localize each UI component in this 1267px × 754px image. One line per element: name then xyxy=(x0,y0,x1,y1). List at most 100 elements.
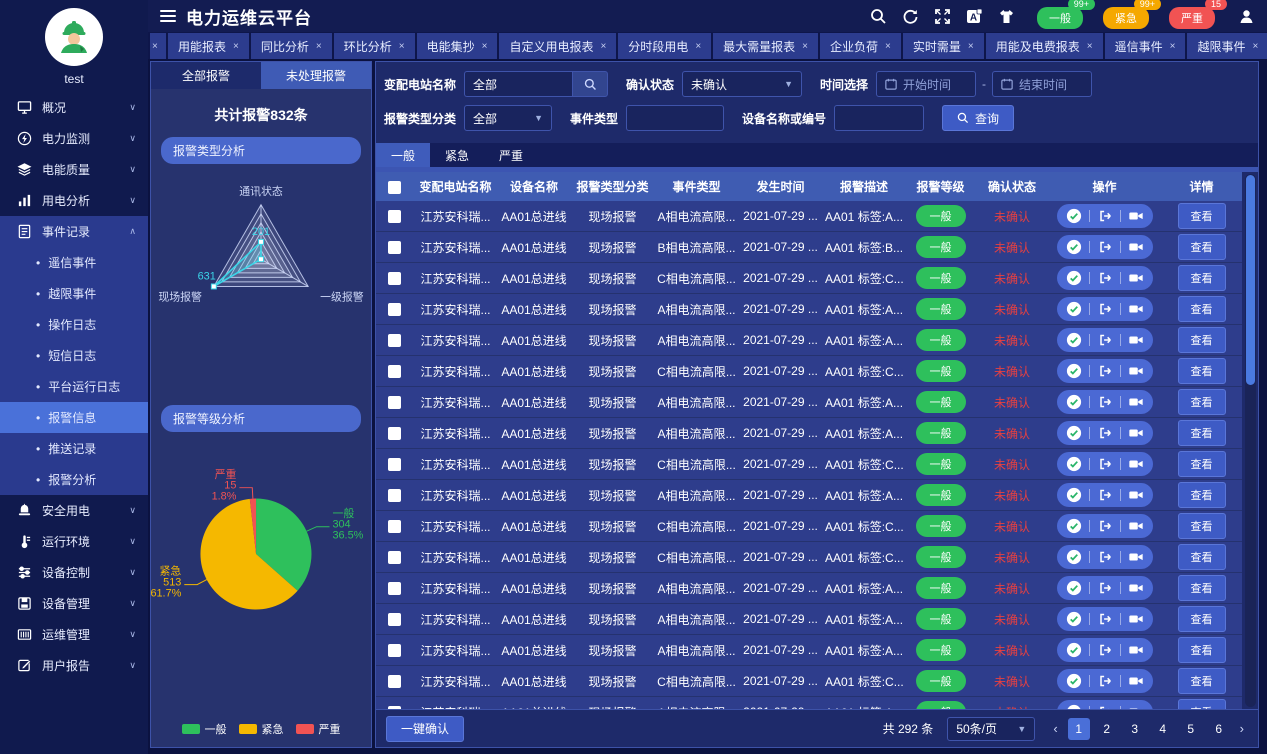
tab-close-icon[interactable]: × xyxy=(316,41,322,52)
station-input[interactable] xyxy=(464,71,572,97)
row-checkbox[interactable] xyxy=(388,613,401,626)
view-button[interactable]: 查看 xyxy=(1178,358,1226,384)
sidebar-subitem-短信日志[interactable]: •短信日志 xyxy=(0,340,148,371)
view-button[interactable]: 查看 xyxy=(1178,451,1226,477)
confirm-icon[interactable] xyxy=(1066,363,1082,379)
video-icon[interactable] xyxy=(1128,673,1144,689)
forward-icon[interactable] xyxy=(1097,456,1113,472)
tab-用能及电费报表[interactable]: 用能及电费报表× xyxy=(986,33,1103,59)
scrollbar-thumb[interactable] xyxy=(1246,175,1255,385)
video-icon[interactable] xyxy=(1128,363,1144,379)
confirm-icon[interactable] xyxy=(1066,301,1082,317)
sidebar-subitem-遥信事件[interactable]: •遥信事件 xyxy=(0,247,148,278)
alarm-type-select[interactable]: 全部▼ xyxy=(464,105,552,131)
sidebar-item-设备控制[interactable]: 设备控制∨ xyxy=(0,557,148,588)
view-button[interactable]: 查看 xyxy=(1178,668,1226,694)
forward-icon[interactable] xyxy=(1097,487,1113,503)
confirm-icon[interactable] xyxy=(1066,704,1082,709)
confirm-icon[interactable] xyxy=(1066,549,1082,565)
view-button[interactable]: 查看 xyxy=(1178,482,1226,508)
sidebar-subitem-操作日志[interactable]: •操作日志 xyxy=(0,309,148,340)
refresh-icon[interactable] xyxy=(901,7,919,25)
event-type-input[interactable] xyxy=(626,105,724,131)
row-checkbox[interactable] xyxy=(388,365,401,378)
row-checkbox[interactable] xyxy=(388,551,401,564)
view-button[interactable]: 查看 xyxy=(1178,637,1226,663)
video-icon[interactable] xyxy=(1128,239,1144,255)
forward-icon[interactable] xyxy=(1097,363,1113,379)
summary-tab-未处理报警[interactable]: 未处理报警 xyxy=(261,62,371,89)
tab-电能集抄[interactable]: 电能集抄× xyxy=(417,33,498,59)
forward-icon[interactable] xyxy=(1097,642,1113,658)
alarm-level-button-一般[interactable]: 一般99+ xyxy=(1037,7,1083,29)
sidebar-item-用电分析[interactable]: 用电分析∨ xyxy=(0,185,148,216)
row-checkbox[interactable] xyxy=(388,210,401,223)
confirm-icon[interactable] xyxy=(1066,394,1082,410)
page-2[interactable]: 2 xyxy=(1096,718,1118,740)
row-checkbox[interactable] xyxy=(388,427,401,440)
sidebar-subitem-越限事件[interactable]: •越限事件 xyxy=(0,278,148,309)
menu-toggle-icon[interactable] xyxy=(160,10,176,22)
confirm-icon[interactable] xyxy=(1066,239,1082,255)
forward-icon[interactable] xyxy=(1097,332,1113,348)
view-button[interactable]: 查看 xyxy=(1178,575,1226,601)
tab-自定义用电报表[interactable]: 自定义用电报表× xyxy=(499,33,616,59)
forward-icon[interactable] xyxy=(1097,580,1113,596)
avatar[interactable] xyxy=(45,8,103,66)
tab-close-icon[interactable]: × xyxy=(885,41,891,52)
tab-close-icon[interactable]: × xyxy=(968,41,974,52)
search-icon[interactable] xyxy=(869,7,887,25)
video-icon[interactable] xyxy=(1128,518,1144,534)
forward-icon[interactable] xyxy=(1097,425,1113,441)
tab-分时段用电[interactable]: 分时段用电× xyxy=(618,33,711,59)
video-icon[interactable] xyxy=(1128,456,1144,472)
view-button[interactable]: 查看 xyxy=(1178,296,1226,322)
forward-icon[interactable] xyxy=(1097,239,1113,255)
sidebar-item-事件记录[interactable]: 事件记录∧ xyxy=(0,216,148,247)
confirm-icon[interactable] xyxy=(1066,611,1082,627)
video-icon[interactable] xyxy=(1128,611,1144,627)
forward-icon[interactable] xyxy=(1097,518,1113,534)
tab-close-icon[interactable]: × xyxy=(152,41,158,52)
sidebar-item-设备管理[interactable]: 设备管理∨ xyxy=(0,588,148,619)
sidebar-item-运行环境[interactable]: 运行环境∨ xyxy=(0,526,148,557)
view-button[interactable]: 查看 xyxy=(1178,265,1226,291)
row-checkbox[interactable] xyxy=(388,582,401,595)
query-button[interactable]: 查询 xyxy=(942,105,1014,131)
alarm-level-button-紧急[interactable]: 紧急99+ xyxy=(1103,7,1149,29)
confirm-icon[interactable] xyxy=(1066,487,1082,503)
view-button[interactable]: 查看 xyxy=(1178,513,1226,539)
sidebar-subitem-报警分析[interactable]: •报警分析 xyxy=(0,464,148,495)
view-button[interactable]: 查看 xyxy=(1178,234,1226,260)
video-icon[interactable] xyxy=(1128,425,1144,441)
sidebar-subitem-报警信息[interactable]: •报警信息 xyxy=(0,402,148,433)
video-icon[interactable] xyxy=(1128,487,1144,503)
forward-icon[interactable] xyxy=(1097,549,1113,565)
prev-page-icon[interactable]: ‹ xyxy=(1049,721,1061,736)
page-1[interactable]: 1 xyxy=(1068,718,1090,740)
video-icon[interactable] xyxy=(1128,580,1144,596)
confirm-icon[interactable] xyxy=(1066,208,1082,224)
device-name-input[interactable] xyxy=(834,105,924,131)
tab-最大需量报表[interactable]: 最大需量报表× xyxy=(713,33,818,59)
row-checkbox[interactable] xyxy=(388,272,401,285)
tab-同比分析[interactable]: 同比分析× xyxy=(251,33,332,59)
row-checkbox[interactable] xyxy=(388,334,401,347)
tab-close-icon[interactable]: × xyxy=(1170,41,1176,52)
confirm-all-button[interactable]: 一键确认 xyxy=(386,716,464,742)
end-time-input[interactable]: 结束时间 xyxy=(992,71,1092,97)
summary-tab-全部报警[interactable]: 全部报警 xyxy=(151,62,261,89)
sidebar-item-用户报告[interactable]: 用户报告∨ xyxy=(0,650,148,681)
forward-icon[interactable] xyxy=(1097,704,1113,709)
forward-icon[interactable] xyxy=(1097,673,1113,689)
station-search-button[interactable] xyxy=(572,71,608,97)
select-all-checkbox[interactable] xyxy=(388,181,401,194)
tab-环比分析[interactable]: 环比分析× xyxy=(334,33,415,59)
confirm-icon[interactable] xyxy=(1066,425,1082,441)
page-3[interactable]: 3 xyxy=(1124,718,1146,740)
page-size-select[interactable]: 50条/页▼ xyxy=(947,717,1035,741)
tab-partial[interactable]: × xyxy=(150,33,166,59)
tab-close-icon[interactable]: × xyxy=(482,41,488,52)
user-icon[interactable] xyxy=(1237,7,1255,25)
tab-close-icon[interactable]: × xyxy=(600,41,606,52)
